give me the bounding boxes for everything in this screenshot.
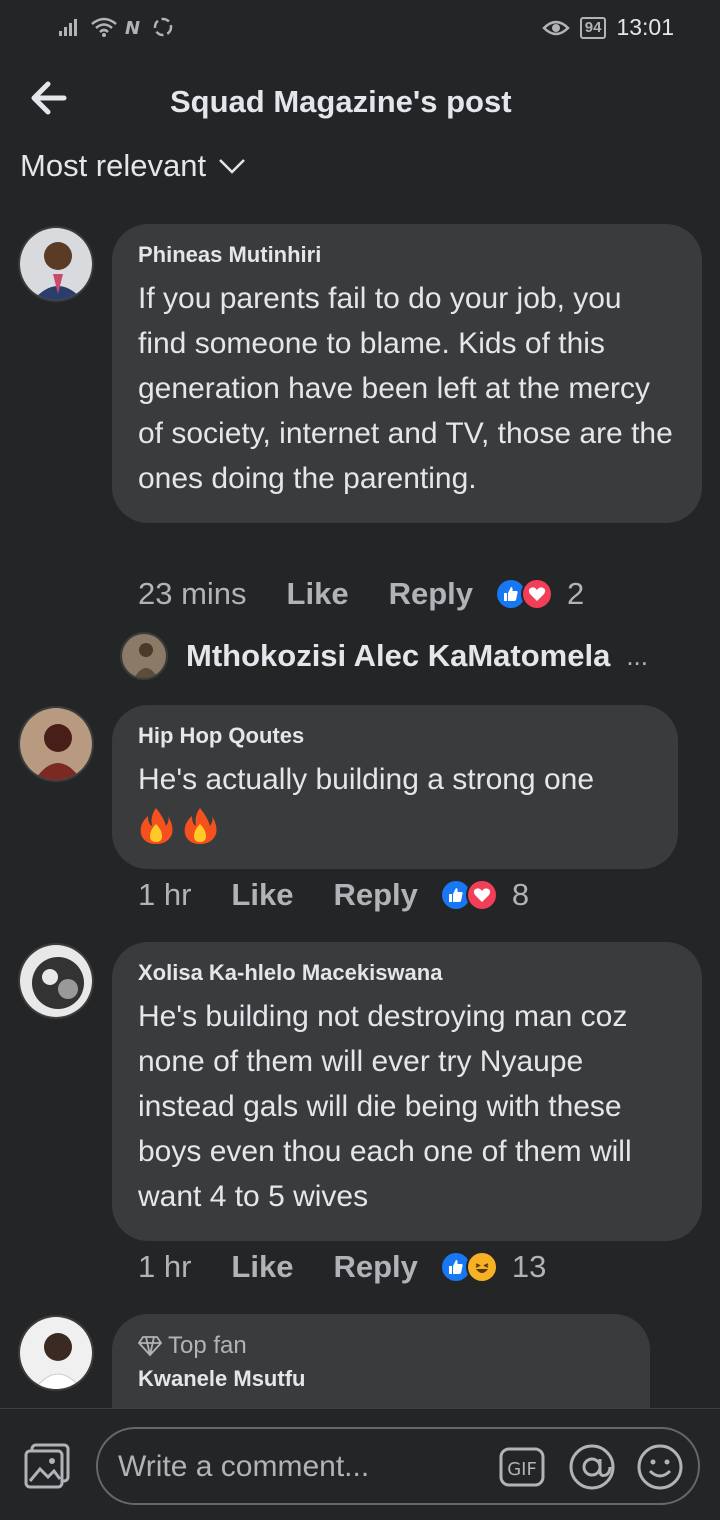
- reply-button[interactable]: Reply: [389, 576, 473, 612]
- header: Squad Magazine's post: [0, 70, 720, 134]
- haha-reaction-icon: [465, 1251, 498, 1283]
- avatar[interactable]: [18, 943, 94, 1019]
- comment-author[interactable]: Xolisa Ka-hlelo Macekiswana: [138, 960, 676, 986]
- comment-actions: 1 hr Like Reply 13: [138, 1249, 546, 1285]
- status-bar: N 94 13:01: [0, 0, 720, 56]
- comment-text: He's actually building a strong one: [138, 763, 595, 796]
- emoji-icon[interactable]: [636, 1443, 684, 1491]
- top-fan-label: Top fan: [168, 1332, 247, 1359]
- comment-bubble[interactable]: Hip Hop Qoutes He's actually building a …: [112, 705, 678, 869]
- love-reaction-icon: [521, 578, 553, 610]
- reactions[interactable]: [495, 578, 553, 610]
- avatar[interactable]: [18, 1315, 94, 1391]
- comment-time: 1 hr: [138, 877, 192, 912]
- status-right: 94 13:01: [541, 14, 674, 41]
- comment-actions: 1 hr Like Reply 8: [138, 877, 529, 913]
- status-left-icons: N: [58, 16, 174, 38]
- signal-icon: [59, 19, 77, 36]
- comment-author[interactable]: Phineas Mutinhiri: [138, 242, 676, 268]
- comment-actions: 23 mins Like Reply 2: [138, 576, 584, 612]
- reply-preview[interactable]: Mthokozisi Alec KaMatomela ...: [120, 632, 648, 680]
- gif-label: GIF: [507, 1459, 537, 1480]
- like-button[interactable]: Like: [287, 576, 349, 612]
- fire-emoji-icon: [140, 808, 173, 845]
- comment-author[interactable]: Hip Hop Qoutes: [138, 723, 652, 749]
- reply-more: ...: [626, 640, 648, 671]
- reaction-count: 2: [567, 576, 585, 611]
- avatar[interactable]: [120, 632, 168, 680]
- top-fan-badge: Top fan: [138, 1332, 624, 1360]
- mention-icon[interactable]: [568, 1443, 616, 1491]
- chevron-down-icon: [219, 159, 245, 174]
- sort-dropdown[interactable]: Most relevant: [20, 148, 246, 184]
- eye-icon: [541, 20, 570, 35]
- avatar-photo: [20, 228, 92, 300]
- avatar[interactable]: [18, 706, 94, 782]
- reply-button[interactable]: Reply: [333, 877, 417, 913]
- battery-indicator: 94: [579, 16, 607, 39]
- like-button[interactable]: Like: [231, 877, 293, 913]
- fire-emoji-icon: [184, 808, 217, 845]
- comment-bubble[interactable]: Phineas Mutinhiri If you parents fail to…: [112, 224, 702, 523]
- reply-button[interactable]: Reply: [333, 1249, 417, 1285]
- avatar[interactable]: [18, 226, 94, 302]
- comment-field[interactable]: GIF: [96, 1427, 700, 1505]
- reactions[interactable]: [439, 879, 498, 911]
- comment-time: 1 hr: [138, 1249, 192, 1284]
- data-saver-icon: [153, 17, 173, 37]
- comment-bubble[interactable]: Xolisa Ka-hlelo Macekiswana He's buildin…: [112, 942, 702, 1241]
- svg-text:N: N: [125, 18, 140, 37]
- comment-composer: GIF: [0, 1408, 720, 1520]
- comment-text: If you parents fail to do your job, you …: [138, 282, 673, 495]
- diamond-icon: [138, 1336, 162, 1357]
- comment-text: He's building not destroying man coz non…: [138, 1000, 632, 1213]
- reactions[interactable]: [439, 1251, 498, 1283]
- avatar-photo: [20, 1317, 92, 1389]
- like-button[interactable]: Like: [231, 1249, 293, 1285]
- avatar-photo: [20, 945, 92, 1017]
- gif-icon[interactable]: GIF: [498, 1443, 546, 1491]
- nfc-icon: N: [125, 18, 140, 37]
- love-reaction-icon: [465, 879, 498, 911]
- page-title: Squad Magazine's post: [170, 84, 512, 119]
- avatar-photo: [122, 634, 166, 678]
- avatar-photo: [20, 708, 92, 780]
- fire-emojis: [138, 802, 652, 847]
- comment-input[interactable]: [118, 1445, 478, 1489]
- reaction-count: 13: [511, 1249, 547, 1284]
- back-arrow-icon[interactable]: [28, 78, 68, 118]
- reply-author[interactable]: Mthokozisi Alec KaMatomela: [186, 638, 610, 674]
- wifi-icon: [91, 17, 117, 37]
- reaction-count: 8: [511, 877, 530, 912]
- comment-time: 23 mins: [138, 576, 247, 611]
- sort-label: Most relevant: [20, 148, 207, 183]
- clock: 13:01: [616, 14, 674, 40]
- photo-icon[interactable]: [22, 1441, 72, 1491]
- comment-author[interactable]: Kwanele Msutfu: [138, 1366, 624, 1392]
